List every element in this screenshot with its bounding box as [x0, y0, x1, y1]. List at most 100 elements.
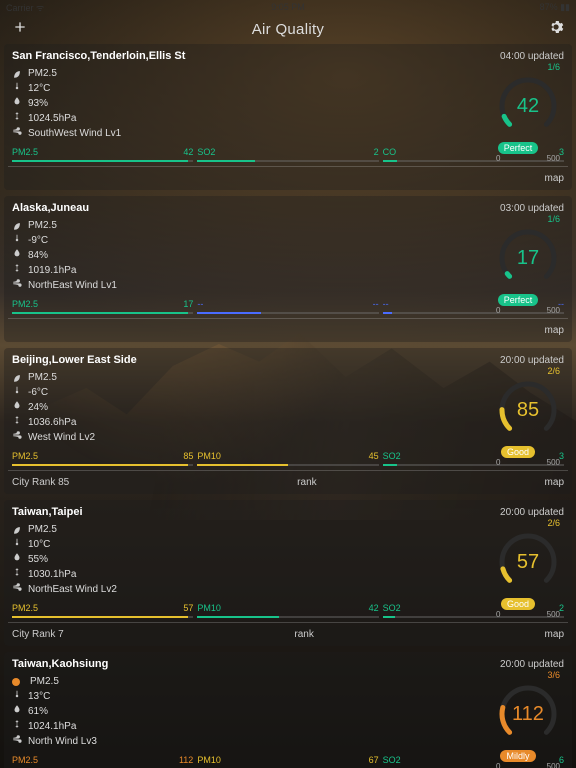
aqi-gauge: 42 [496, 74, 560, 138]
pollutant-bar-track [12, 464, 193, 466]
pressure: 1024.1hPa [28, 719, 76, 734]
aqi-value: 42 [496, 74, 560, 138]
humidity-icon [12, 96, 22, 111]
pollutant-bar-fill [12, 312, 188, 314]
pollutant-count: 2/6 [476, 366, 560, 376]
main-pollutant: PM2.5 [28, 370, 57, 385]
wind: SouthWest Wind Lv1 [28, 126, 121, 141]
pollutant-bar-fill [383, 616, 396, 618]
wind: West Wind Lv2 [28, 430, 95, 445]
rank-link[interactable]: rank [297, 477, 316, 488]
add-button[interactable] [12, 19, 28, 40]
city-rank: City Rank 7 [12, 629, 64, 640]
pollutant-bar-name: PM2.5 [12, 451, 38, 462]
pressure: 1024.5hPa [28, 111, 76, 126]
aqi-gauge: 85 [496, 378, 560, 442]
aqi-gauge: 57 [496, 530, 560, 594]
location-name: San Francisco,Tenderloin,Ellis St [12, 50, 185, 62]
thermometer-icon [12, 81, 22, 96]
main-pollutant: PM2.5 [28, 218, 57, 233]
aqi-value: 85 [496, 378, 560, 442]
pollutant-bar-name: SO2 [383, 451, 401, 462]
pollutant-bar-name: PM2.5 [12, 755, 38, 766]
location-name: Taiwan,Taipei [12, 506, 83, 518]
status-bar: Carrier ᯤ 9:05 PM 87% ▮▮ [0, 0, 576, 14]
pollutant-bar-value: 85 [183, 451, 193, 462]
updated-time: 20:00 updated [500, 507, 564, 518]
pollutant-bar-name: PM2.5 [12, 603, 38, 614]
humidity: 84% [28, 248, 48, 263]
leaf-icon [12, 373, 22, 383]
pollutant-bar: PM2.5 112 [12, 755, 193, 768]
weather-stats: PM2.5 13°C 61% 1024.1hPa North Wind Lv3 [12, 670, 212, 749]
location-card[interactable]: Taiwan,Taipei 20:00 updated PM2.5 10°C 5… [4, 500, 572, 646]
pollutant-bar: PM2.5 17 [12, 299, 193, 314]
location-name: Alaska,Juneau [12, 202, 89, 214]
aqi-gauge: 17 [496, 226, 560, 290]
pollutant-bar-value: 42 [183, 147, 193, 158]
pollutant-bar-track [12, 312, 193, 314]
pollutant-bar-track [383, 160, 564, 162]
location-card[interactable]: Alaska,Juneau 03:00 updated PM2.5 -9°C 8… [4, 196, 572, 342]
plus-icon [12, 19, 28, 35]
location-card[interactable]: San Francisco,Tenderloin,Ellis St 04:00 … [4, 44, 572, 190]
pressure-icon [12, 111, 22, 126]
aqi-label: Perfect [498, 142, 539, 154]
city-rank: City Rank 85 [12, 477, 69, 488]
leaf-icon [12, 69, 22, 79]
pollutant-bar: SO2 2 [197, 147, 378, 162]
pollutant-bar-name: -- [383, 299, 389, 310]
pollutant-bar-name: SO2 [197, 147, 215, 158]
wind-icon [12, 278, 22, 293]
weather-stats: PM2.5 12°C 93% 1024.5hPa SouthWest Wind … [12, 62, 212, 141]
location-card[interactable]: Beijing,Lower East Side 20:00 updated PM… [4, 348, 572, 494]
pollutant-bar-value: -- [373, 299, 379, 310]
main-pollutant: PM2.5 [30, 674, 59, 689]
temperature: -9°C [28, 233, 48, 248]
gear-icon [548, 19, 564, 35]
pollutant-bar-fill [197, 160, 255, 162]
location-card[interactable]: Taiwan,Kaohsiung 20:00 updated PM2.5 13°… [4, 652, 572, 768]
updated-time: 04:00 updated [500, 51, 564, 62]
weather-stats: PM2.5 10°C 55% 1030.1hPa NorthEast Wind … [12, 518, 212, 597]
pollutant-count: 3/6 [476, 670, 560, 680]
pollutant-bar: PM10 45 [197, 451, 378, 466]
weather-stats: PM2.5 -9°C 84% 1019.1hPa NorthEast Wind … [12, 214, 212, 293]
pollutant-bar-fill [197, 464, 288, 466]
map-link[interactable]: map [545, 325, 564, 336]
app-header: Air Quality [0, 14, 576, 44]
pollutant-bar-value: 67 [369, 755, 379, 766]
temperature: 12°C [28, 81, 50, 96]
pressure-icon [12, 567, 22, 582]
leaf-icon [12, 221, 22, 231]
map-link[interactable]: map [545, 173, 564, 184]
wind: NorthEast Wind Lv2 [28, 582, 117, 597]
aqi-value: 17 [496, 226, 560, 290]
pressure-icon [12, 719, 22, 734]
humidity-icon [12, 400, 22, 415]
pollutant-bar-fill [197, 616, 279, 618]
weather-stats: PM2.5 -6°C 24% 1036.6hPa West Wind Lv2 [12, 366, 212, 445]
locations-list[interactable]: San Francisco,Tenderloin,Ellis St 04:00 … [0, 44, 576, 768]
status-time: 9:05 PM [271, 2, 305, 12]
wind-icon [12, 582, 22, 597]
main-pollutant: PM2.5 [28, 522, 57, 537]
pollutant-bar-track [197, 464, 378, 466]
updated-time: 03:00 updated [500, 203, 564, 214]
rank-link[interactable]: rank [294, 629, 313, 640]
pollutant-bar-value: 42 [369, 603, 379, 614]
humidity-icon [12, 704, 22, 719]
humidity: 24% [28, 400, 48, 415]
pollutant-bar-track [197, 616, 378, 618]
pollutant-bar-track [383, 616, 564, 618]
aqi-value: 57 [496, 530, 560, 594]
aqi-value: 112 [496, 682, 560, 746]
pollutant-bar-value: 57 [183, 603, 193, 614]
pollutant-bar-name: PM2.5 [12, 299, 38, 310]
card-divider [8, 318, 568, 319]
card-divider [8, 166, 568, 167]
settings-button[interactable] [548, 19, 564, 40]
map-link[interactable]: map [545, 477, 564, 488]
temperature: 13°C [28, 689, 50, 704]
map-link[interactable]: map [545, 629, 564, 640]
